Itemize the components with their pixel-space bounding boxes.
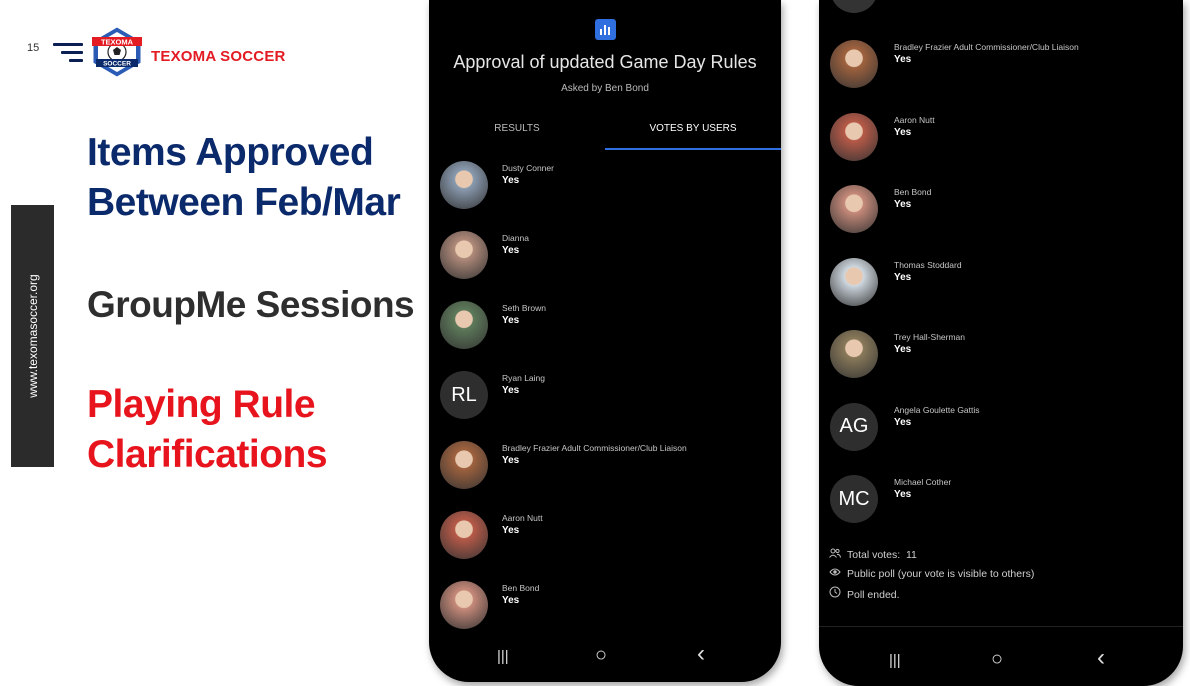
tab-results[interactable]: RESULTS: [429, 123, 605, 134]
voter-name: Thomas Stoddard: [894, 259, 962, 270]
voter-name: Dusty Conner: [502, 163, 554, 173]
voter-vote: Yes: [894, 126, 912, 138]
total-votes-value: 11: [905, 549, 917, 561]
eye-icon: [829, 567, 843, 580]
menu-icon[interactable]: [53, 43, 83, 67]
heading-playing-rule: Playing Rule Clarifications: [87, 383, 328, 476]
voter-vote: Yes: [502, 315, 520, 326]
phone-screen-1: Approval of updated Game Day Rules Asked…: [429, 0, 781, 682]
voter-row[interactable]: Trey Hall-Sherman Yes: [819, 330, 1171, 400]
voter-name: Aaron Nutt: [502, 513, 543, 523]
avatar: [440, 441, 488, 489]
avatar: [440, 511, 488, 559]
avatar: [830, 185, 878, 233]
voter-row[interactable]: Dusty Conner Yes: [429, 161, 781, 231]
heading-items-approved: Items Approved Between Feb/Mar: [87, 131, 401, 224]
poll-ended-row: Poll ended.: [829, 586, 900, 601]
poll-icon: [595, 19, 616, 40]
home-icon[interactable]: ○: [991, 648, 1003, 671]
clock-icon: [829, 586, 843, 601]
avatar: RL: [440, 371, 488, 419]
phone-screen-2: Bradley Frazier Adult Commissioner/Club …: [819, 0, 1183, 686]
voter-vote: Yes: [894, 54, 912, 65]
avatar: [440, 581, 488, 629]
voter-name: Seth Brown: [502, 303, 546, 313]
public-poll-row: Public poll (your vote is visible to oth…: [829, 567, 1034, 580]
voter-name: Angela Goulette Gattis: [894, 404, 980, 415]
back-icon[interactable]: ‹: [1097, 644, 1105, 672]
voter-vote: Yes: [502, 525, 520, 536]
public-poll-text: Public poll (your vote is visible to oth…: [847, 568, 1035, 580]
website-url: www.texomasoccer.org: [25, 274, 40, 398]
android-navbar: ||| ○ ‹: [429, 630, 781, 682]
avatar: MC: [830, 475, 878, 523]
voter-name: Ben Bond: [894, 187, 932, 197]
voter-row[interactable]: MC Michael Cother Yes: [819, 475, 1171, 545]
poll-title: Approval of updated Game Day Rules: [453, 52, 757, 72]
avatar-initials: MC: [838, 487, 870, 510]
voter-row[interactable]: Aaron Nutt Yes: [429, 511, 781, 581]
voter-vote: Yes: [894, 489, 912, 500]
voter-row[interactable]: AG Angela Goulette Gattis Yes: [819, 402, 1171, 473]
voter-row[interactable]: Seth Brown Yes: [429, 301, 781, 371]
voter-row[interactable]: Bradley Frazier Adult Commissioner/Club …: [429, 441, 781, 511]
texoma-soccer-logo: TEXOMA SOCCER: [92, 26, 142, 78]
voter-name: Trey Hall-Sherman: [894, 332, 966, 342]
poll-ended-text: Poll ended.: [847, 589, 900, 601]
avatar: [830, 330, 878, 378]
avatar: [830, 112, 878, 161]
people-icon: [829, 548, 843, 561]
brand-name: TEXOMA SOCCER: [151, 48, 286, 65]
voter-vote: Yes: [894, 344, 912, 355]
voter-name: Dianna: [502, 233, 529, 243]
voter-name: Michael Cother: [894, 477, 952, 487]
total-votes-label: Total votes:: [847, 549, 901, 561]
voter-name: Bradley Frazier Adult Commissioner/Club …: [894, 42, 1079, 52]
voter-row[interactable]: Ben Bond Yes: [819, 185, 1171, 255]
voter-vote: Yes: [502, 455, 520, 466]
avatar: [440, 161, 488, 209]
avatar: [830, 257, 878, 306]
avatar-initials: AG: [839, 415, 869, 437]
tab-votes-by-users[interactable]: VOTES BY USERS: [605, 123, 781, 134]
slide-number: 15: [27, 42, 40, 54]
recents-icon[interactable]: |||: [889, 652, 901, 669]
divider: [819, 626, 1183, 627]
avatar: AG: [830, 402, 878, 451]
poll-asked-by: Asked by Ben Bond: [561, 83, 649, 94]
voter-vote: Yes: [894, 199, 912, 210]
voter-vote: Yes: [502, 245, 520, 256]
voter-vote: Yes: [894, 271, 912, 283]
voter-row[interactable]: Bradley Frazier Adult Commissioner/Club …: [819, 40, 1171, 110]
avatar-initials: RL: [451, 383, 477, 406]
home-icon[interactable]: ○: [595, 644, 607, 667]
voter-row[interactable]: RL Ryan Laing Yes: [429, 371, 781, 441]
avatar: [440, 231, 488, 279]
total-votes-row: Total votes: 11: [829, 548, 917, 561]
voter-row[interactable]: Thomas Stoddard Yes: [819, 257, 1171, 328]
avatar: [830, 0, 878, 13]
voter-vote: Yes: [894, 416, 912, 428]
recents-icon[interactable]: |||: [497, 648, 509, 665]
voter-vote: Yes: [502, 175, 520, 186]
voter-name: Ryan Laing: [502, 373, 546, 383]
svg-text:SOCCER: SOCCER: [103, 61, 131, 68]
svg-text:TEXOMA: TEXOMA: [101, 38, 134, 47]
voter-vote: Yes: [502, 385, 520, 396]
voter-row[interactable]: Dianna Yes: [429, 231, 781, 301]
android-navbar: ||| ○ ‹: [819, 634, 1183, 686]
back-icon[interactable]: ‹: [697, 640, 705, 668]
website-sidebar: www.texomasoccer.org: [11, 205, 54, 467]
voter-name: Ben Bond: [502, 583, 540, 593]
heading-groupme-sessions: GroupMe Sessions: [87, 284, 415, 325]
avatar: [830, 40, 878, 88]
voter-vote: Yes: [502, 595, 520, 606]
voter-name: Bradley Frazier Adult Commissioner/Club …: [502, 443, 687, 453]
active-tab-indicator: [605, 148, 781, 150]
voter-row[interactable]: Aaron Nutt Yes: [819, 112, 1171, 183]
avatar: [440, 301, 488, 349]
voter-name: Aaron Nutt: [894, 114, 935, 125]
